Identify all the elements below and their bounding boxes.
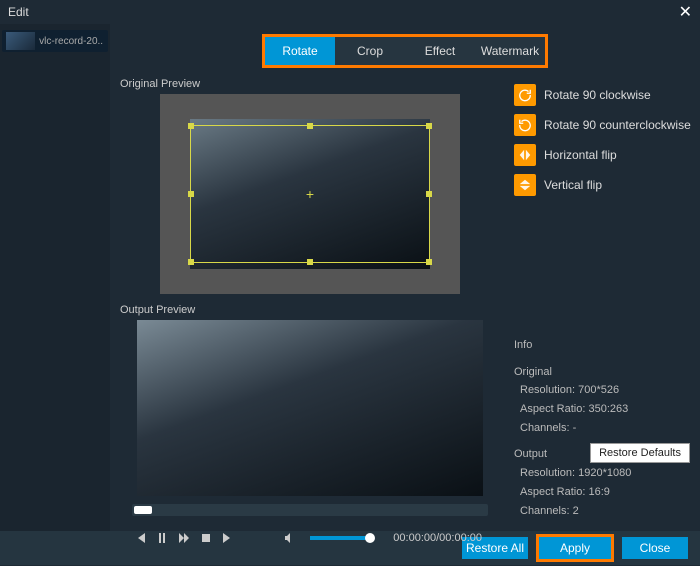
info-value: 16:9 [588, 486, 609, 498]
info-label: Channels: [520, 505, 570, 517]
option-label: Horizontal flip [544, 148, 617, 162]
window-title: Edit [8, 5, 29, 19]
crop-handle[interactable] [188, 191, 194, 197]
crop-handle[interactable] [426, 123, 432, 129]
prev-button[interactable] [132, 530, 148, 546]
clip-item[interactable]: vlc-record-20... [2, 30, 108, 52]
crop-handle[interactable] [426, 259, 432, 265]
clip-sidebar: vlc-record-20... [0, 24, 110, 531]
next-button[interactable] [220, 530, 236, 546]
volume-icon[interactable] [282, 530, 298, 546]
info-label: Channels: [520, 422, 570, 434]
info-original-label: Original [514, 363, 692, 382]
tab-crop[interactable]: Crop [335, 37, 405, 65]
tab-effect[interactable]: Effect [405, 37, 475, 65]
info-value: 1920*1080 [578, 467, 631, 479]
info-heading: Info [514, 336, 692, 355]
option-flip-vertical[interactable]: Vertical flip [514, 174, 692, 196]
option-rotate-cw[interactable]: Rotate 90 clockwise [514, 84, 692, 106]
option-rotate-ccw[interactable]: Rotate 90 counterclockwise [514, 114, 692, 136]
timecode: 00:00:00/00:00:00 [393, 532, 488, 544]
option-label: Rotate 90 clockwise [544, 88, 651, 102]
close-icon[interactable]: ✕ [679, 2, 692, 22]
info-label: Resolution: [520, 467, 575, 479]
crop-handle[interactable] [307, 123, 313, 129]
output-preview-label: Output Preview [120, 304, 500, 316]
flip-vertical-icon [514, 174, 536, 196]
crop-handle[interactable] [188, 259, 194, 265]
info-value: - [573, 422, 577, 434]
pause-button[interactable] [154, 530, 170, 546]
playback-progress[interactable] [132, 504, 488, 516]
option-flip-horizontal[interactable]: Horizontal flip [514, 144, 692, 166]
tab-rotate[interactable]: Rotate [265, 37, 335, 65]
flip-horizontal-icon [514, 144, 536, 166]
crop-handle[interactable] [307, 259, 313, 265]
info-label: Aspect Ratio: [520, 403, 585, 415]
rotate-ccw-icon [514, 114, 536, 136]
crop-center-icon: + [303, 187, 317, 201]
crop-handle[interactable] [426, 191, 432, 197]
fast-forward-button[interactable] [176, 530, 192, 546]
info-panel: Info Original Resolution: 700*526 Aspect… [514, 336, 692, 520]
volume-thumb[interactable] [365, 533, 375, 543]
edit-tabs: Rotate Crop Effect Watermark [262, 34, 548, 68]
original-preview[interactable]: + [160, 94, 460, 294]
option-label: Rotate 90 counterclockwise [544, 118, 691, 132]
progress-thumb[interactable] [134, 506, 152, 514]
crop-frame[interactable]: + [190, 125, 430, 263]
info-value: 350:263 [588, 403, 628, 415]
rotate-cw-icon [514, 84, 536, 106]
original-preview-label: Original Preview [120, 78, 500, 90]
stop-button[interactable] [198, 530, 214, 546]
clip-name: vlc-record-20... [39, 36, 104, 47]
option-label: Vertical flip [544, 178, 602, 192]
output-preview [137, 320, 483, 496]
tab-watermark[interactable]: Watermark [475, 37, 545, 65]
info-value: 2 [573, 505, 579, 517]
clip-thumbnail [6, 32, 35, 50]
info-value: 700*526 [578, 384, 619, 396]
restore-defaults-button[interactable]: Restore Defaults [590, 443, 690, 463]
info-label: Resolution: [520, 384, 575, 396]
volume-slider[interactable] [310, 536, 370, 540]
info-label: Aspect Ratio: [520, 486, 585, 498]
crop-handle[interactable] [188, 123, 194, 129]
